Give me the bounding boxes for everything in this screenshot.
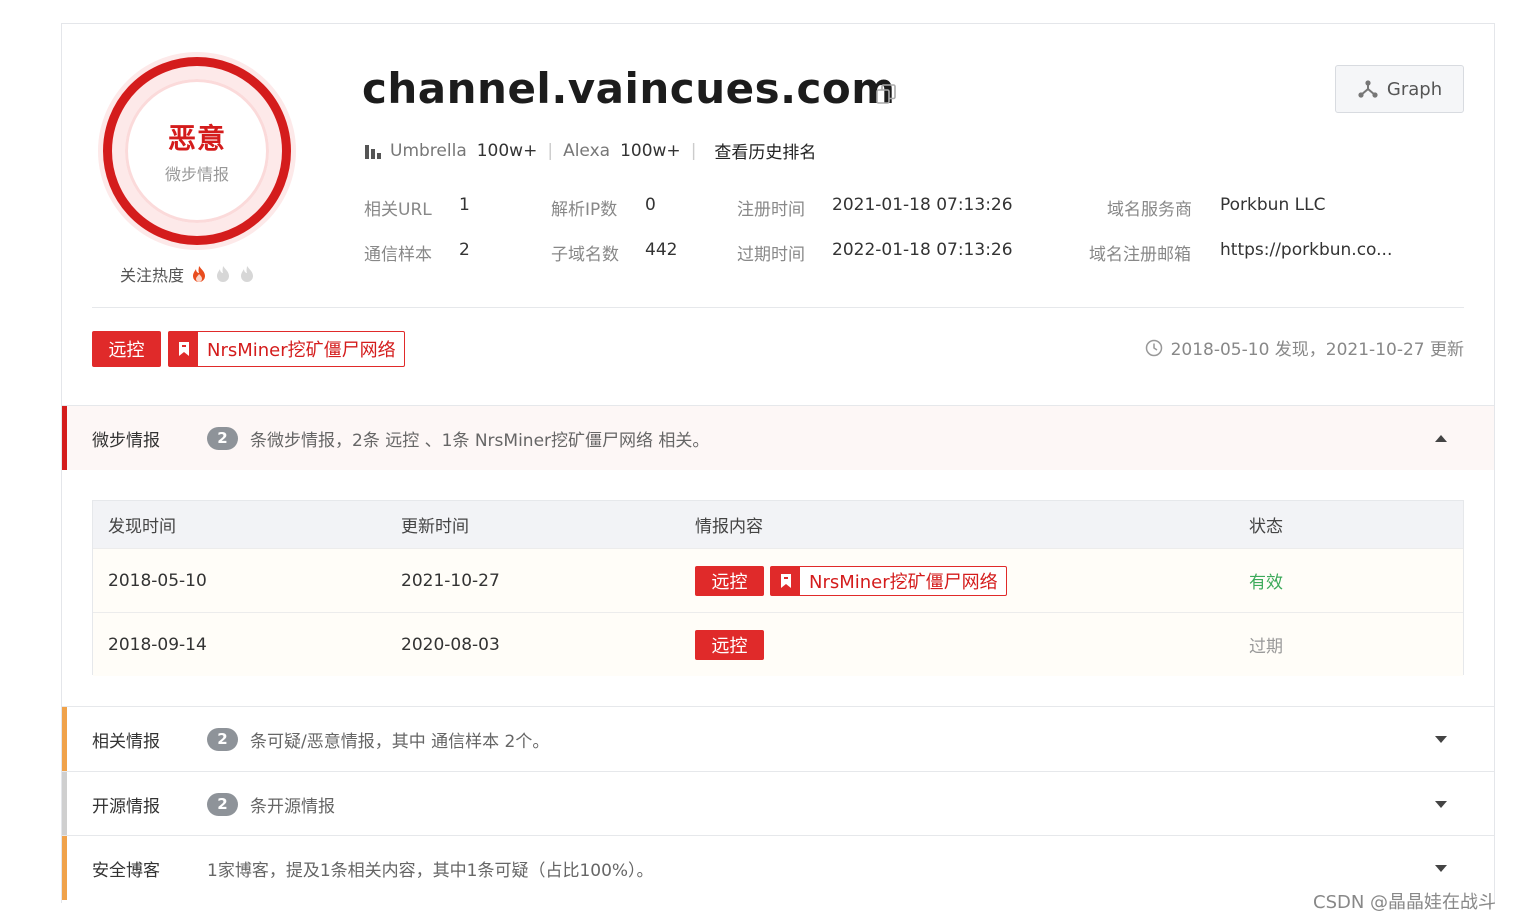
ranking-row: Umbrella 100w+ | Alexa 100w+ | 查看历史排名 xyxy=(364,138,816,163)
graph-button-label: Graph xyxy=(1386,78,1443,100)
count-badge: 2 xyxy=(207,792,238,816)
tag-remote-control[interactable]: 远控 xyxy=(695,565,764,596)
section-desc: 条可疑/恶意情报，其中 通信样本 2个。 xyxy=(250,731,550,752)
section-title: 相关情报 xyxy=(92,731,160,752)
col-status: 状态 xyxy=(1249,517,1283,537)
section-open-source-intel[interactable]: 开源情报 2 条开源情报 xyxy=(62,771,1494,836)
verdict-ring: 恶意 微步情报 xyxy=(98,52,296,250)
comm-sample-label: 通信样本 xyxy=(364,245,432,265)
section-related-intel[interactable]: 相关情报 2 条可疑/恶意情报，其中 通信样本 2个。 xyxy=(62,706,1494,771)
subdomain-label: 子域名数 xyxy=(551,245,619,265)
section-title: 微步情报 xyxy=(92,430,160,451)
domain-title: channel.vaincues.com xyxy=(362,64,896,113)
timeline-text: 2018-05-10 发现，2021-10-27 更新 xyxy=(1170,340,1464,360)
table-header: 发现时间 更新时间 情报内容 状态 xyxy=(93,501,1463,548)
table-row: 2018-05-10 2021-10-27 远控 NrsMiner挖矿僵尸网络 … xyxy=(93,548,1463,612)
reg-time-value: 2021-01-18 07:13:26 xyxy=(832,195,1013,215)
section-security-blogs[interactable]: 安全博客 1家博客，提及1条相关内容，其中1条可疑（占比100%）。 xyxy=(62,835,1494,900)
bookmark-icon xyxy=(780,573,791,588)
graph-icon xyxy=(1358,80,1378,98)
flame-icon-inactive xyxy=(217,266,230,282)
registrar-value: Porkbun LLC xyxy=(1220,195,1326,215)
tag-botnet[interactable]: NrsMiner挖矿僵尸网络 xyxy=(168,331,405,367)
tag-remote-control[interactable]: 远控 xyxy=(695,629,764,660)
divider xyxy=(92,307,1464,308)
related-url-label: 相关URL xyxy=(364,200,432,220)
tag-botnet[interactable]: NrsMiner挖矿僵尸网络 xyxy=(770,565,1007,596)
timeline-info: 2018-05-10 发现，2021-10-27 更新 xyxy=(1145,335,1464,360)
section-threatbook-intel[interactable]: 微步情报 2 条微步情报，2条 远控 、1条 NrsMiner挖矿僵尸网络 相关… xyxy=(62,405,1494,470)
exp-time-value: 2022-01-18 07:13:26 xyxy=(832,240,1013,260)
heat-indicator: 关注热度 xyxy=(120,262,256,286)
chevron-up-icon[interactable] xyxy=(1434,431,1448,445)
col-found-time: 发现时间 xyxy=(108,517,176,537)
registrar-label: 域名服务商 xyxy=(1107,200,1192,220)
heat-label: 关注热度 xyxy=(120,266,185,285)
col-update-time: 更新时间 xyxy=(401,517,469,537)
count-badge: 2 xyxy=(207,727,238,751)
reg-time-label: 注册时间 xyxy=(737,200,805,220)
alexa-value: 100w+ xyxy=(620,140,681,161)
alexa-label: Alexa xyxy=(563,140,611,161)
umbrella-value: 100w+ xyxy=(476,140,538,161)
tag-remote-control[interactable]: 远控 xyxy=(92,331,161,367)
section-desc: 条开源情报 xyxy=(250,796,335,817)
flame-icon-inactive xyxy=(241,266,254,282)
reg-email-label: 域名注册邮箱 xyxy=(1089,245,1191,265)
verdict-label: 恶意 xyxy=(167,122,226,155)
subdomain-value[interactable]: 442 xyxy=(645,240,677,260)
related-url-value[interactable]: 1 xyxy=(459,195,470,215)
copy-icon[interactable] xyxy=(874,82,898,106)
intel-table: 发现时间 更新时间 情报内容 状态 2018-05-10 2021-10-27 … xyxy=(92,500,1464,676)
col-intel-content: 情报内容 xyxy=(695,517,763,537)
section-desc: 条微步情报，2条 远控 、1条 NrsMiner挖矿僵尸网络 相关。 xyxy=(250,430,710,451)
watermark: CSDN @晶晶娃在战斗 xyxy=(1313,892,1497,913)
status-valid: 有效 xyxy=(1249,573,1283,593)
chevron-down-icon[interactable] xyxy=(1434,861,1448,875)
verdict-source: 微步情报 xyxy=(164,165,229,184)
resolve-ip-value[interactable]: 0 xyxy=(645,195,656,215)
section-title: 开源情报 xyxy=(92,796,160,817)
bar-chart-icon xyxy=(365,144,381,159)
clock-icon xyxy=(1145,339,1162,356)
exp-time-label: 过期时间 xyxy=(737,245,805,265)
chevron-down-icon[interactable] xyxy=(1434,732,1448,746)
chevron-down-icon[interactable] xyxy=(1434,797,1448,811)
status-expired: 过期 xyxy=(1249,637,1283,657)
count-badge: 2 xyxy=(207,426,238,450)
bookmark-icon xyxy=(178,342,189,356)
section-title: 安全博客 xyxy=(92,860,160,881)
domain-detail-card: 恶意 微步情报 关注热度 channel.vaincues.com Graph … xyxy=(61,23,1495,903)
umbrella-label: Umbrella xyxy=(390,140,467,161)
tag-list: 远控 NrsMiner挖矿僵尸网络 xyxy=(92,331,405,367)
resolve-ip-label: 解析IP数 xyxy=(551,200,618,220)
table-row: 2018-09-14 2020-08-03 远控 过期 xyxy=(93,612,1463,676)
history-ranking-link[interactable]: 查看历史排名 xyxy=(714,138,816,163)
comm-sample-value[interactable]: 2 xyxy=(459,240,470,260)
graph-button[interactable]: Graph xyxy=(1335,65,1464,113)
flame-icon-active xyxy=(193,266,206,282)
reg-email-value[interactable]: https://porkbun.co... xyxy=(1220,240,1392,260)
section-desc: 1家博客，提及1条相关内容，其中1条可疑（占比100%）。 xyxy=(207,860,654,881)
